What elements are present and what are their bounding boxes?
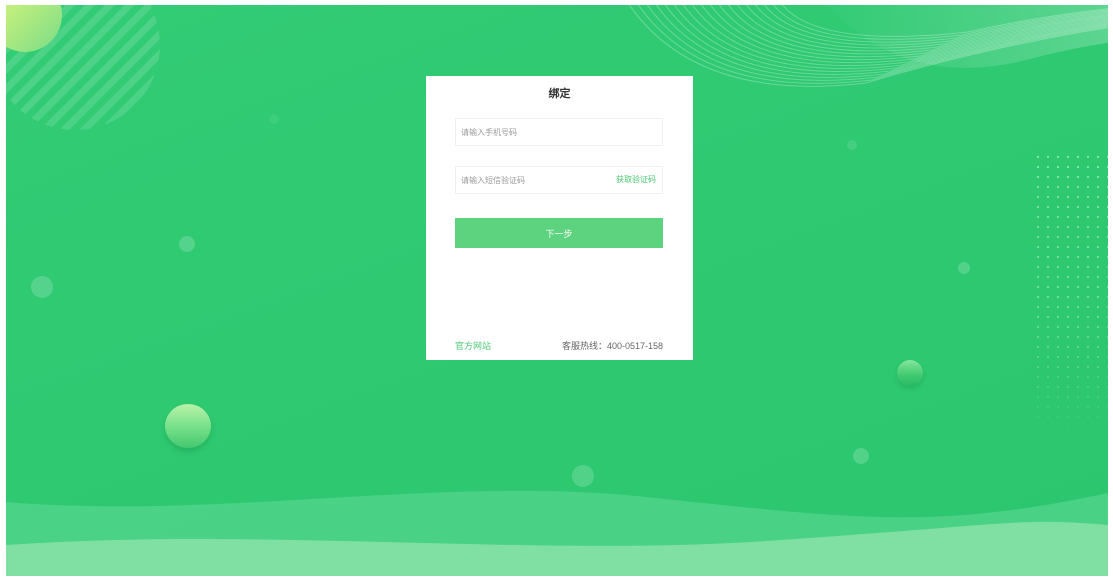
login-background: 绑定 获取验证码 下一步 官方网站 客服热线：400-0517-158 xyxy=(6,5,1108,576)
bubble-decoration xyxy=(572,465,594,487)
dot-grid-decoration xyxy=(1032,148,1108,443)
service-hotline: 客服热线：400-0517-158 xyxy=(561,341,663,351)
bubble-decoration xyxy=(269,114,279,124)
phone-input[interactable] xyxy=(456,119,611,145)
bind-card: 绑定 获取验证码 下一步 官方网站 客服热线：400-0517-158 xyxy=(426,76,693,360)
phone-field xyxy=(455,118,663,146)
bubble-decoration xyxy=(31,276,53,298)
bubble-decoration xyxy=(853,448,869,464)
bubble-decoration xyxy=(958,262,970,274)
get-code-link[interactable]: 获取验证码 xyxy=(616,167,656,193)
official-website-link[interactable]: 官方网站 xyxy=(455,339,491,353)
card-title: 绑定 xyxy=(548,88,571,100)
bubble-decoration xyxy=(897,360,923,386)
next-step-button[interactable]: 下一步 xyxy=(455,218,663,248)
sms-code-field: 获取验证码 xyxy=(455,166,663,194)
bubble-decoration xyxy=(847,140,857,150)
sms-code-input[interactable] xyxy=(456,167,611,193)
bubble-decoration xyxy=(165,404,211,448)
bubble-decoration xyxy=(179,236,195,252)
